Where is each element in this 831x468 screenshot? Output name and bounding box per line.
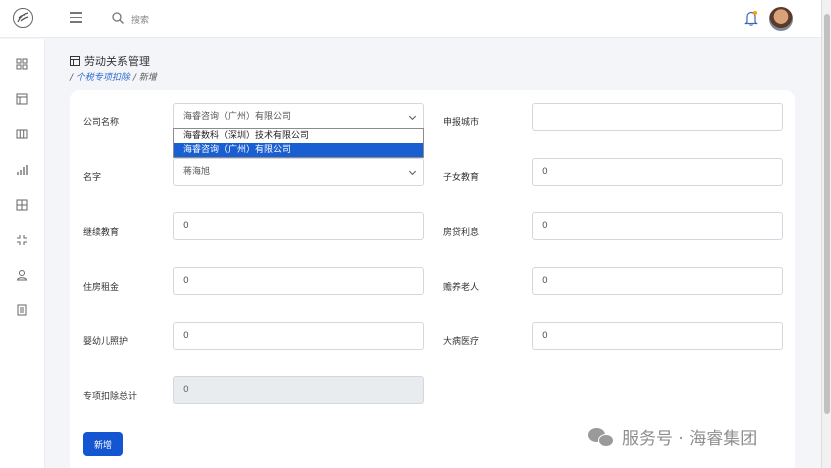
serious-illness-input[interactable]: 0 bbox=[532, 322, 783, 350]
housing-rent-input[interactable]: 0 bbox=[173, 267, 424, 295]
sidebar bbox=[0, 39, 45, 468]
bell-icon[interactable] bbox=[744, 10, 758, 26]
infant-care-input[interactable]: 0 bbox=[173, 322, 424, 350]
child-education-label: 子女教育 bbox=[443, 173, 480, 183]
search-input[interactable]: 搜索 bbox=[131, 13, 149, 26]
company-select[interactable]: 海睿咨询（广州）有限公司 bbox=[173, 103, 424, 131]
layout-icon[interactable] bbox=[16, 93, 28, 105]
page-scrollbar[interactable] bbox=[821, 0, 831, 468]
breadcrumb-current: 新增 bbox=[138, 73, 157, 83]
layout-icon bbox=[70, 56, 80, 66]
breadcrumb: / 个税专项扣除 / 新增 bbox=[70, 70, 157, 83]
dashboard-grid-icon[interactable] bbox=[16, 58, 28, 70]
city-input[interactable] bbox=[532, 103, 783, 131]
table-icon[interactable] bbox=[16, 199, 28, 211]
page-title: 劳动关系管理 bbox=[70, 53, 150, 69]
breadcrumb-separator: / bbox=[132, 73, 136, 83]
total-deduction-label: 专项扣除总计 bbox=[83, 392, 138, 402]
breadcrumb-separator: / bbox=[70, 73, 74, 83]
company-option-selected[interactable]: 海睿咨询（广州）有限公司 bbox=[174, 143, 423, 157]
watermark: 服务号 · 海睿集团 bbox=[588, 424, 757, 449]
logo-icon[interactable] bbox=[13, 8, 33, 28]
company-option[interactable]: 海睿数科（深圳）技术有限公司 bbox=[174, 129, 423, 143]
city-label: 申报城市 bbox=[443, 118, 480, 128]
fullscreen-exit-icon[interactable] bbox=[16, 234, 28, 246]
mortgage-interest-label: 房贷利息 bbox=[443, 228, 480, 238]
elderly-support-input[interactable]: 0 bbox=[532, 267, 783, 295]
user-avatar[interactable] bbox=[769, 7, 793, 31]
add-button[interactable]: 新增 bbox=[83, 432, 123, 456]
search-icon[interactable] bbox=[112, 12, 124, 24]
name-label: 名字 bbox=[83, 173, 102, 183]
document-icon[interactable] bbox=[16, 304, 28, 316]
company-label: 公司名称 bbox=[83, 118, 120, 128]
mortgage-interest-input[interactable]: 0 bbox=[532, 212, 783, 240]
company-dropdown-list: 海睿数科（深圳）技术有限公司 海睿咨询（广州）有限公司 bbox=[173, 128, 424, 158]
serious-illness-label: 大病医疗 bbox=[443, 337, 480, 347]
housing-rent-label: 住房租金 bbox=[83, 283, 120, 293]
top-bar: 搜索 bbox=[0, 0, 821, 38]
scrollbar-thumb[interactable] bbox=[824, 14, 830, 414]
continuing-education-label: 继续教育 bbox=[83, 228, 120, 238]
columns-icon[interactable] bbox=[16, 128, 28, 140]
breadcrumb-link-tax-deduction[interactable]: 个税专项扣除 bbox=[76, 73, 130, 83]
continuing-education-input[interactable]: 0 bbox=[173, 212, 424, 240]
infant-care-label: 婴幼儿照护 bbox=[83, 337, 129, 347]
total-deduction-input: 0 bbox=[173, 376, 424, 404]
hamburger-menu-icon[interactable] bbox=[70, 12, 82, 23]
page-title-text: 劳动关系管理 bbox=[84, 55, 150, 68]
user-icon[interactable] bbox=[16, 269, 28, 281]
child-education-input[interactable]: 0 bbox=[532, 158, 783, 186]
watermark-text: 服务号 · 海睿集团 bbox=[622, 429, 758, 449]
name-select[interactable]: 蒋海旭 bbox=[173, 158, 424, 186]
wechat-icon bbox=[588, 426, 616, 448]
elderly-support-label: 赡养老人 bbox=[443, 283, 480, 293]
bar-chart-icon[interactable] bbox=[16, 164, 28, 176]
